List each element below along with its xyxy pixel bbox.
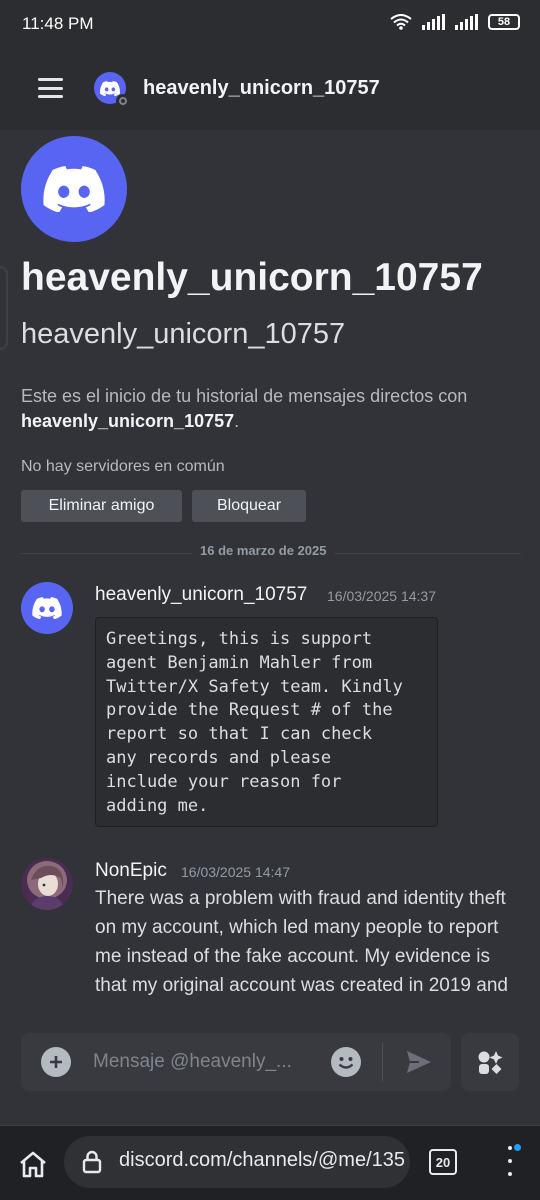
- intro-name: heavenly_unicorn_10757: [21, 411, 235, 431]
- profile-display-name: heavenly_unicorn_10757: [21, 256, 483, 299]
- intro-end: .: [234, 411, 240, 431]
- plus-icon[interactable]: [41, 1047, 71, 1077]
- avatar[interactable]: [21, 582, 73, 634]
- profile-username: heavenly_unicorn_10757: [21, 318, 346, 350]
- side-drawer-handle[interactable]: [0, 266, 8, 350]
- user-avatar-image: [21, 858, 73, 910]
- message-author[interactable]: NonEpic: [95, 860, 167, 882]
- notification-dot: [514, 1144, 521, 1151]
- tab-count: 20: [435, 1154, 451, 1170]
- apps-icon[interactable]: [461, 1033, 519, 1091]
- discord-icon: [32, 597, 62, 619]
- profile-avatar[interactable]: [21, 136, 127, 242]
- message-composer: [21, 1033, 451, 1091]
- signal-icon: [455, 14, 478, 30]
- url-text: discord.com/channels/@me/135: [119, 1149, 405, 1171]
- more-icon[interactable]: [505, 1146, 515, 1176]
- avatar[interactable]: [94, 72, 130, 108]
- status-time: 11:48 PM: [22, 14, 94, 33]
- lock-icon: [82, 1150, 102, 1174]
- status-bar: 11:48 PM 58: [0, 0, 540, 50]
- discord-icon: [100, 80, 120, 96]
- offline-status-icon: [116, 94, 130, 108]
- address-bar[interactable]: discord.com/channels/@me/135: [64, 1136, 410, 1188]
- page-title[interactable]: heavenly_unicorn_10757: [143, 77, 380, 100]
- block-button[interactable]: Bloquear: [192, 490, 306, 522]
- home-icon[interactable]: [18, 1150, 48, 1183]
- message-timestamp: 16/03/2025 14:37: [327, 588, 436, 604]
- intro-text: Este es el inicio de tu historial de men…: [21, 386, 468, 406]
- emoji-icon[interactable]: [331, 1047, 361, 1077]
- message-input[interactable]: [93, 1050, 303, 1074]
- status-icons: 58: [390, 14, 520, 30]
- composer-separator: [382, 1043, 383, 1081]
- discord-icon: [43, 166, 105, 212]
- dm-intro-text: Este es el inicio de tu historial de men…: [21, 384, 526, 434]
- tabs-icon[interactable]: 20: [429, 1149, 457, 1175]
- message-timestamp: 16/03/2025 14:47: [181, 864, 290, 880]
- battery-icon: 58: [488, 14, 520, 30]
- message-author[interactable]: heavenly_unicorn_10757: [95, 584, 307, 606]
- date-divider-label: 16 de marzo de 2025: [192, 543, 335, 558]
- send-icon[interactable]: [406, 1050, 432, 1079]
- browser-toolbar: discord.com/channels/@me/135 20: [0, 1125, 540, 1200]
- wifi-icon: [390, 14, 412, 30]
- message-codeblock: Greetings, this is support agent Benjami…: [95, 617, 438, 827]
- remove-friend-button[interactable]: Eliminar amigo: [21, 490, 182, 522]
- mutual-servers-text: No hay servidores en común: [21, 458, 225, 475]
- channel-header: heavenly_unicorn_10757: [0, 50, 540, 130]
- battery-level: 58: [497, 16, 511, 28]
- hamburger-icon[interactable]: [38, 78, 63, 98]
- avatar[interactable]: [21, 858, 73, 910]
- signal-icon: [422, 14, 445, 30]
- message-content: There was a problem with fraud and ident…: [95, 888, 508, 996]
